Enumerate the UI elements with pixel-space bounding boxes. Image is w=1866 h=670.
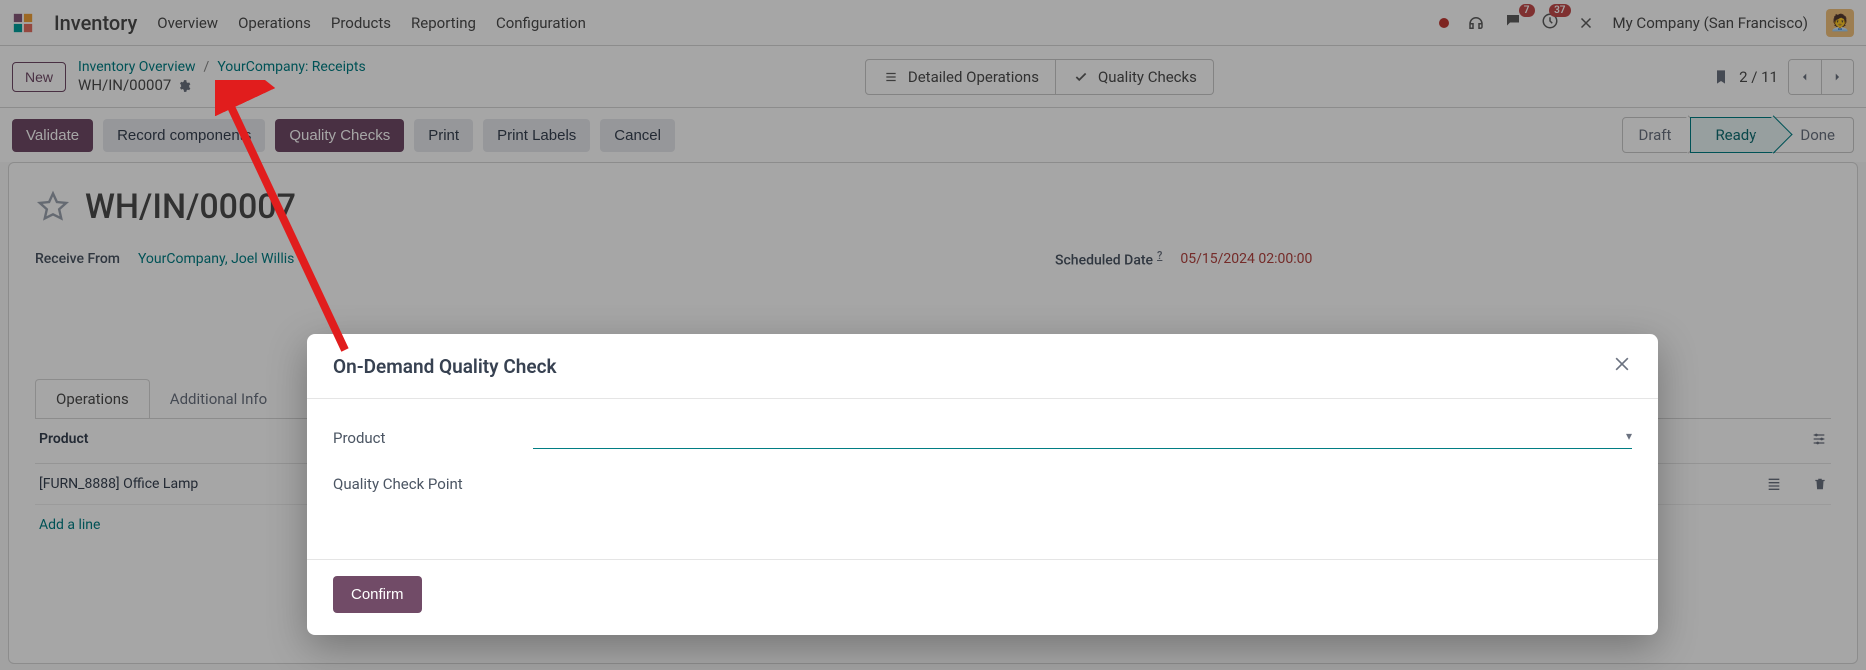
modal-qcp-label: Quality Check Point xyxy=(333,475,533,493)
modal-confirm-button[interactable]: Confirm xyxy=(333,576,422,613)
modal-title: On-Demand Quality Check xyxy=(333,355,557,378)
dropdown-caret-icon: ▾ xyxy=(1626,429,1632,443)
quality-check-modal: On-Demand Quality Check Product ▾ Qualit… xyxy=(307,334,1658,635)
modal-product-input[interactable]: ▾ xyxy=(533,427,1632,449)
modal-product-label: Product xyxy=(333,429,533,447)
modal-close-icon[interactable] xyxy=(1612,354,1632,378)
